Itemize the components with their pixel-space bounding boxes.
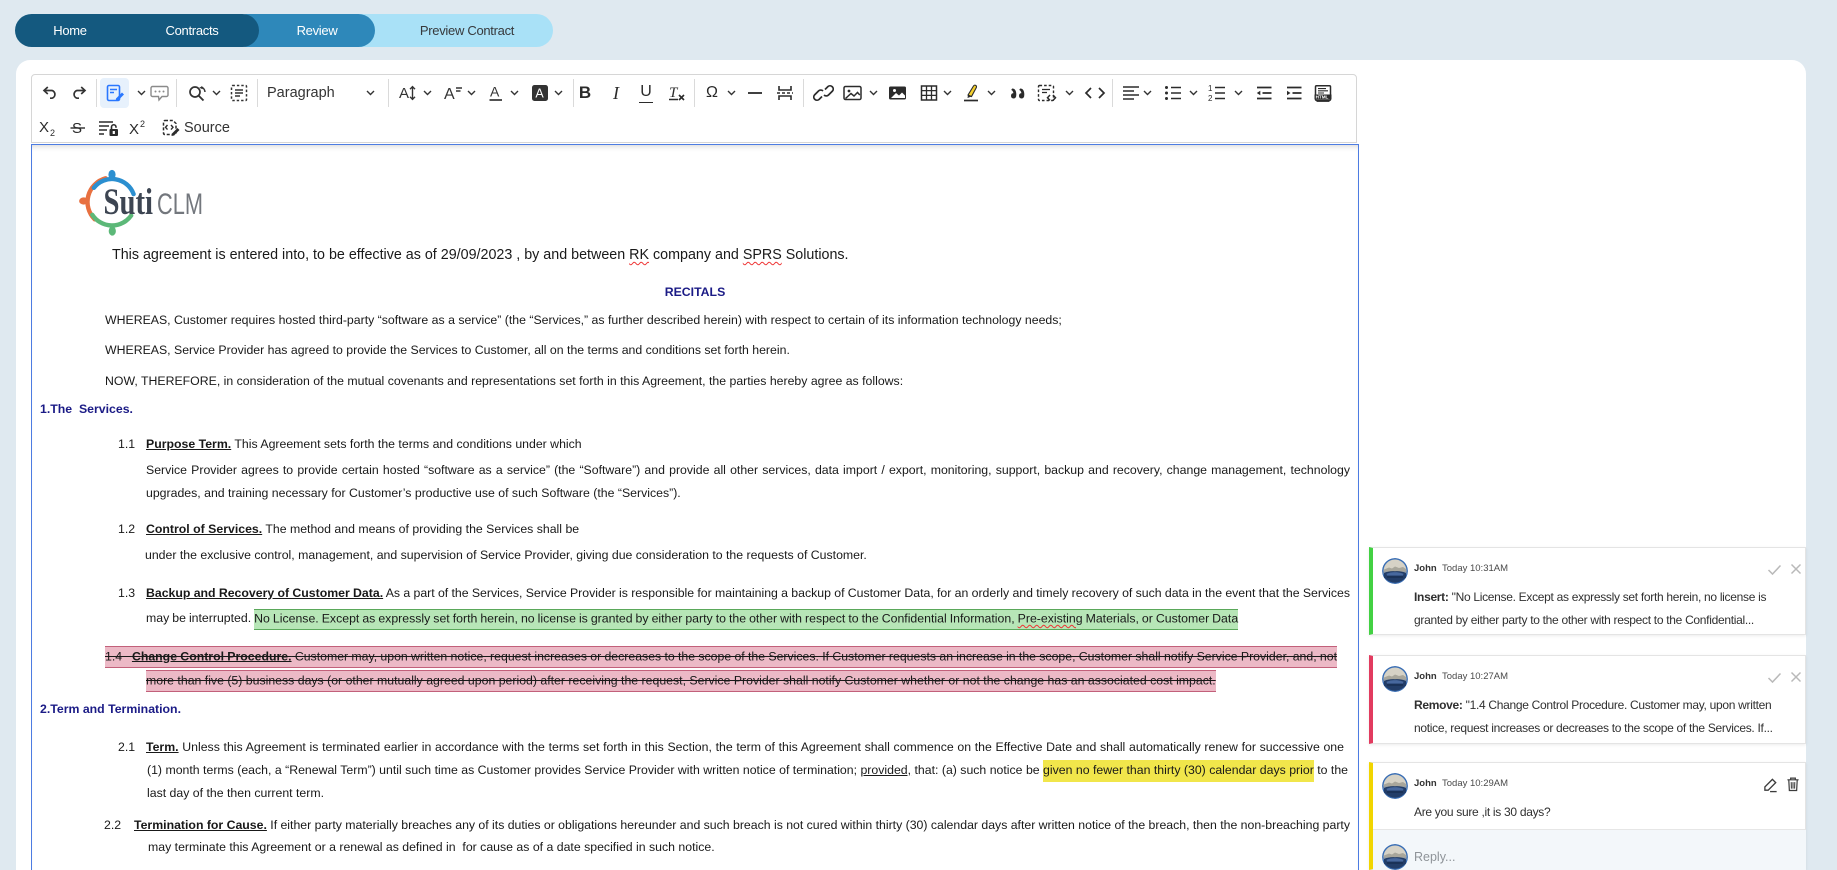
svg-text:HTML: HTML <box>1316 95 1329 100</box>
svg-text:T: T <box>669 85 679 101</box>
svg-text:A: A <box>490 84 500 100</box>
svg-text:2: 2 <box>1208 94 1213 103</box>
svg-text:A: A <box>444 86 455 103</box>
svg-text:A: A <box>535 87 544 101</box>
svg-text:2: 2 <box>140 119 145 129</box>
svg-text:A: A <box>399 85 409 102</box>
svg-text:X: X <box>129 121 139 138</box>
svg-text:1: 1 <box>1208 84 1213 93</box>
svg-text:Suti: Suti <box>104 182 154 223</box>
svg-text:2: 2 <box>50 128 55 138</box>
svg-text:CLM: CLM <box>157 188 203 221</box>
svg-text:X: X <box>39 119 49 136</box>
